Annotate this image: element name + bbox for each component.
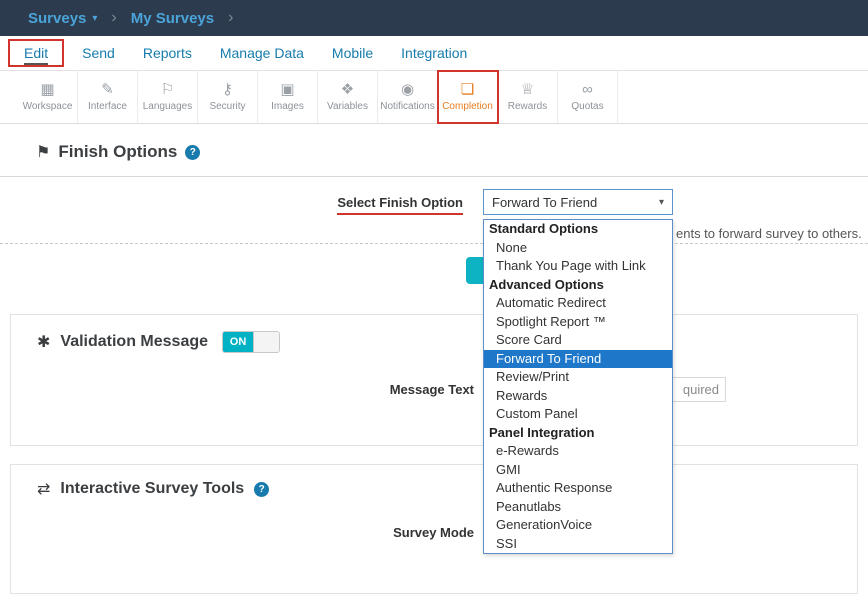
dropdown-item[interactable]: GMI [484, 461, 672, 480]
breadcrumb-chevron-icon: › [111, 9, 116, 27]
dropdown-group-header: Standard Options [484, 220, 672, 239]
surveys-menu-label: Surveys [28, 10, 86, 27]
dropdown-item[interactable]: Peanutlabs [484, 498, 672, 517]
toolbar-item-label: Variables [327, 101, 368, 112]
toolbar-item-security[interactable]: ⚷ Security [198, 71, 258, 123]
dropdown-item[interactable]: Review/Print [484, 368, 672, 387]
workspace-icon: ▦ [40, 82, 54, 98]
finish-option-selected-value: Forward To Friend [492, 195, 597, 210]
surveys-menu[interactable]: Surveys ▾ [28, 10, 97, 27]
dropdown-item[interactable]: Authentic Response [484, 479, 672, 498]
validation-message-title: Validation Message [60, 333, 208, 351]
validation-message-heading: ✱ Validation Message ON [11, 315, 857, 353]
tab-send[interactable]: Send [68, 41, 129, 65]
dropdown-item[interactable]: Spotlight Report ™ [484, 313, 672, 332]
toolbar-item-label: Notifications [380, 101, 434, 112]
help-icon[interactable]: ? [185, 145, 200, 160]
dashed-divider [0, 243, 868, 244]
finish-option-select[interactable]: Forward To Friend ▾ [483, 189, 673, 215]
dropdown-item[interactable]: Automatic Redirect [484, 294, 672, 313]
breadcrumb-my-surveys[interactable]: My Surveys [131, 10, 214, 27]
my-surveys-label: My Surveys [131, 10, 214, 27]
validation-toggle[interactable]: ON [222, 331, 280, 353]
page-title: Finish Options [58, 142, 177, 162]
toolbar-item-label: Completion [442, 101, 493, 112]
dropdown-item[interactable]: Rewards [484, 387, 672, 406]
toolbar-item-languages[interactable]: ⚐ Languages [138, 71, 198, 123]
main-tab-bar: Edit Send Reports Manage Data Mobile Int… [0, 36, 868, 71]
toolbar-item-label: Interface [88, 101, 127, 112]
languages-icon: ⚐ [161, 82, 174, 98]
finish-options-heading: ⚑ Finish Options ? [36, 142, 868, 162]
finish-option-dropdown-list: Standard Options None Thank You Page wit… [483, 219, 673, 554]
dropdown-item-selected[interactable]: Forward To Friend [484, 350, 672, 369]
images-icon: ▣ [280, 82, 294, 98]
survey-mode-row: Survey Mode [11, 525, 857, 540]
dropdown-item[interactable]: SSI [484, 535, 672, 554]
tab-mobile[interactable]: Mobile [318, 41, 387, 65]
edit-toolbar: ▦ Workspace ✎ Interface ⚐ Languages ⚷ Se… [0, 71, 868, 124]
quotas-icon: ∞ [582, 82, 593, 98]
toggle-knob [253, 332, 279, 352]
toolbar-item-label: Workspace [23, 101, 73, 112]
tab-manage-data[interactable]: Manage Data [206, 41, 318, 65]
flag-icon: ⚑ [36, 142, 50, 162]
interactive-survey-tools-title: Interactive Survey Tools [60, 480, 244, 498]
tab-integration[interactable]: Integration [387, 41, 481, 65]
notifications-icon: ◉ [401, 82, 414, 98]
dropdown-item[interactable]: GenerationVoice [484, 516, 672, 535]
top-bar: Surveys ▾ › My Surveys › [0, 0, 868, 36]
message-text-row: Message Text quired [11, 377, 857, 402]
select-finish-option-label: Select Finish Option [0, 195, 463, 210]
finish-option-row: Select Finish Option Forward To Friend ▾ [0, 189, 868, 215]
toolbar-item-completion[interactable]: ❏ Completion [438, 71, 498, 123]
toolbar-item-label: Quotas [571, 101, 603, 112]
swap-arrows-icon: ⇄ [37, 479, 50, 499]
dropdown-item[interactable]: Thank You Page with Link [484, 257, 672, 276]
toolbar-item-quotas[interactable]: ∞ Quotas [558, 71, 618, 123]
security-icon: ⚷ [222, 82, 233, 98]
toolbar-item-label: Rewards [508, 101, 547, 112]
toolbar-item-workspace[interactable]: ▦ Workspace [18, 71, 78, 123]
toolbar-item-rewards[interactable]: ♕ Rewards [498, 71, 558, 123]
dropdown-group-header: Advanced Options [484, 276, 672, 295]
toolbar-item-variables[interactable]: ❖ Variables [318, 71, 378, 123]
dropdown-item[interactable]: Score Card [484, 331, 672, 350]
validation-message-panel: ✱ Validation Message ON Message Text qui… [10, 314, 858, 446]
caret-down-icon: ▾ [92, 13, 97, 24]
interactive-survey-tools-panel: ⇄ Interactive Survey Tools ? Survey Mode [10, 464, 858, 594]
tab-edit[interactable]: Edit [10, 41, 62, 65]
interface-icon: ✎ [101, 82, 114, 98]
dropdown-group-header: Panel Integration [484, 424, 672, 443]
divider [0, 176, 868, 177]
help-icon[interactable]: ? [254, 482, 269, 497]
toolbar-item-images[interactable]: ▣ Images [258, 71, 318, 123]
toolbar-item-notifications[interactable]: ◉ Notifications [378, 71, 438, 123]
main-content: ⚑ Finish Options ? Select Finish Option … [0, 142, 868, 594]
tab-reports[interactable]: Reports [129, 41, 206, 65]
completion-icon: ❏ [461, 82, 474, 98]
toggle-on-label: ON [223, 332, 253, 352]
forward-description-text: ents to forward survey to others. ? [676, 226, 868, 241]
toolbar-item-label: Languages [143, 101, 193, 112]
rewards-icon: ♕ [521, 82, 534, 98]
breadcrumb-chevron-icon: › [228, 9, 233, 27]
toolbar-item-interface[interactable]: ✎ Interface [78, 71, 138, 123]
chevron-down-icon: ▾ [659, 197, 664, 208]
dropdown-item[interactable]: None [484, 239, 672, 258]
toolbar-item-label: Images [271, 101, 304, 112]
variables-icon: ❖ [341, 82, 354, 98]
survey-mode-label: Survey Mode [11, 525, 474, 540]
message-text-value: quired [683, 382, 719, 397]
message-text-label: Message Text [11, 382, 474, 397]
dropdown-item[interactable]: Custom Panel [484, 405, 672, 424]
asterisk-icon: ✱ [37, 332, 50, 352]
dropdown-item[interactable]: e-Rewards [484, 442, 672, 461]
interactive-survey-tools-heading: ⇄ Interactive Survey Tools ? [11, 465, 857, 499]
toolbar-item-label: Security [209, 101, 245, 112]
